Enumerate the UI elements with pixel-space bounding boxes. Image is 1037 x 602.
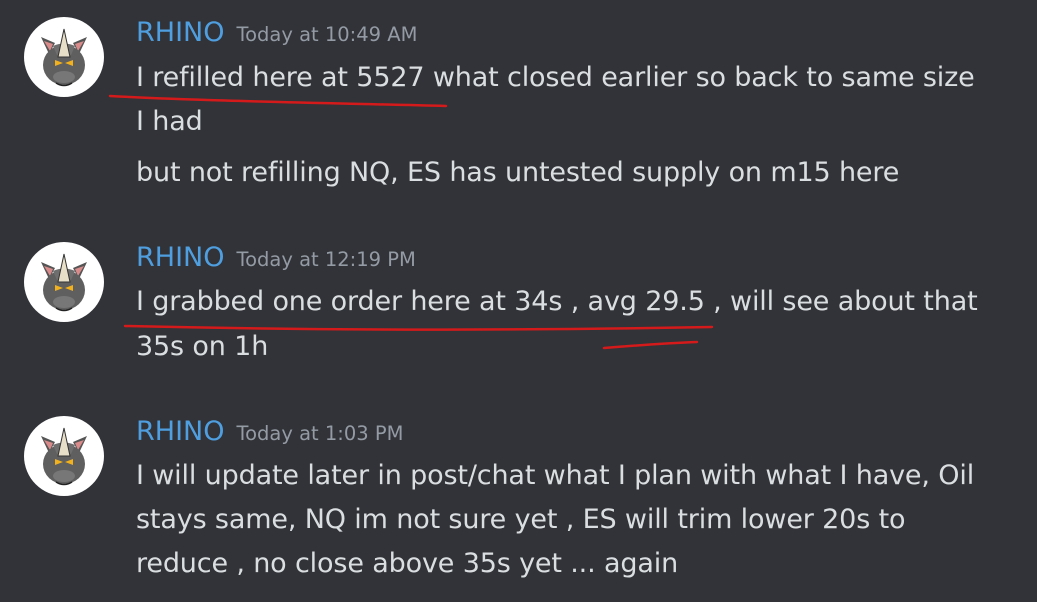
- red-underline-icon: [602, 340, 699, 350]
- message-timestamp: Today at 12:19 PM: [236, 248, 416, 271]
- message-header: RHINO Today at 12:19 PM: [136, 242, 416, 273]
- chat-message: RHINO Today at 1:03 PM I will update late…: [0, 0, 1037, 579]
- chat-message-list: RHINO Today at 10:49 AM I refilled here a…: [0, 0, 1037, 602]
- message-timestamp: Today at 10:49 AM: [236, 23, 418, 46]
- rhino-avatar-icon[interactable]: [24, 242, 104, 322]
- message-line: stays same, NQ im not sure yet , ES will…: [136, 504, 906, 535]
- message-header: RHINO Today at 1:03 PM: [136, 416, 403, 447]
- rhino-avatar-icon[interactable]: [24, 17, 104, 97]
- message-header: RHINO Today at 10:49 AM: [136, 17, 417, 48]
- red-underline-icon: [123, 324, 714, 331]
- author-name[interactable]: RHINO: [136, 416, 224, 447]
- message-line: I will update later in post/chat what I …: [136, 460, 975, 491]
- author-name[interactable]: RHINO: [136, 17, 224, 48]
- message-line: 35s on 1h: [136, 331, 269, 362]
- rhino-avatar-icon[interactable]: [24, 416, 104, 496]
- author-name[interactable]: RHINO: [136, 242, 224, 273]
- message-line: I had: [136, 106, 203, 137]
- message-line: but not refilling NQ, ES has untested su…: [136, 157, 900, 188]
- message-line: I grabbed one order here at 34s , avg 29…: [136, 286, 978, 317]
- chat-message: RHINO Today at 10:49 AM I refilled here a…: [0, 0, 1037, 200]
- message-line: I refilled here at 5527 what closed earl…: [136, 62, 975, 93]
- message-timestamp: Today at 1:03 PM: [236, 422, 404, 445]
- message-line: reduce , no close above 35s yet ... agai…: [136, 548, 679, 579]
